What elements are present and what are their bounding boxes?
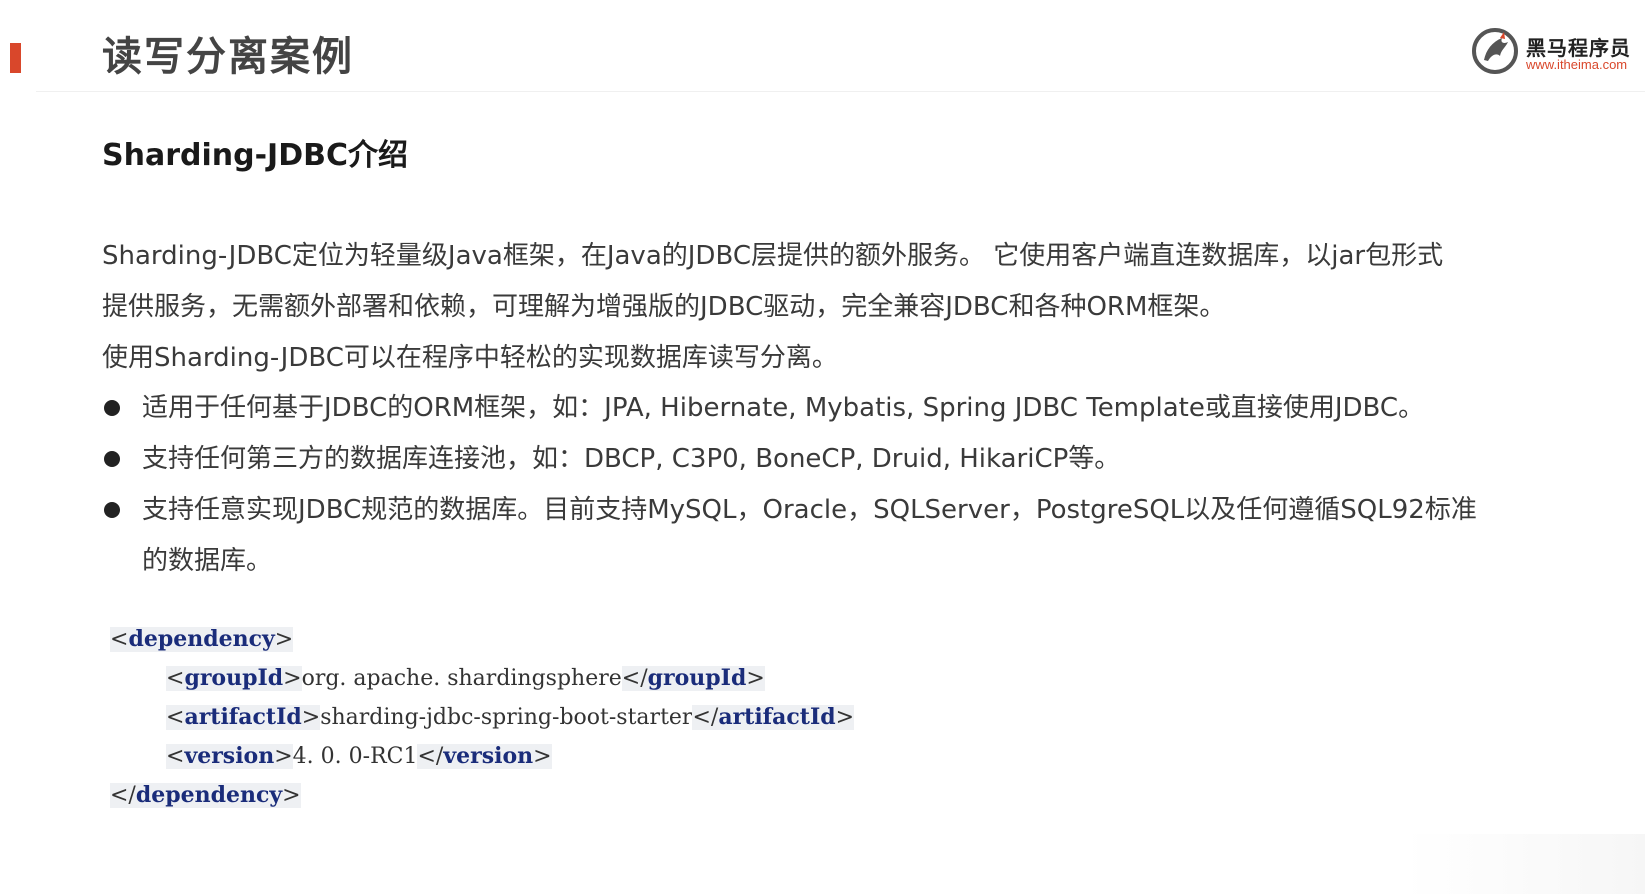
horse-logo-icon: [1472, 28, 1518, 74]
code-tag: <dependency>: [110, 626, 294, 652]
list-item-text-line-2: 的数据库。: [142, 546, 273, 576]
list-item-text-line-1: 支持任意实现JDBC规范的数据库。目前支持MySQL，Oracle，SQLSer…: [142, 495, 1477, 525]
intro-paragraph-line-1: Sharding-JDBC定位为轻量级Java框架，在Java的JDBC层提供的…: [102, 241, 1444, 271]
section-title: Sharding-JDBC介绍: [102, 138, 408, 173]
code-line-dependency-open: <dependency>: [110, 620, 854, 659]
usage-paragraph: 使用Sharding-JDBC可以在程序中轻松的实现数据库读写分离。: [102, 343, 838, 373]
code-line-version: <version>4. 0. 0-RC1</version>: [110, 737, 854, 776]
slide-title: 读写分离案例: [102, 34, 354, 80]
intro-paragraph: Sharding-JDBC定位为轻量级Java框架，在Java的JDBC层提供的…: [102, 231, 1562, 333]
code-tag: <artifactId>: [166, 704, 321, 730]
bullet-dot-icon: [104, 400, 120, 416]
list-item: 支持任意实现JDBC规范的数据库。目前支持MySQL，Oracle，SQLSer…: [102, 485, 1562, 587]
groupId-value: org. apache. shardingsphere: [301, 666, 622, 691]
list-item: 支持任何第三方的数据库连接池，如：DBCP, C3P0, BoneCP, Dru…: [102, 434, 1562, 485]
header-divider: [36, 91, 1645, 92]
list-item: 适用于任何基于JDBC的ORM框架，如：JPA, Hibernate, Myba…: [102, 383, 1562, 434]
feature-list: 适用于任何基于JDBC的ORM框架，如：JPA, Hibernate, Myba…: [102, 383, 1562, 587]
corner-video-artifact: [1405, 834, 1645, 894]
maven-dependency-snippet: <dependency> <groupId>org. apache. shard…: [110, 620, 855, 815]
code-tag: </artifactId>: [692, 704, 855, 730]
version-value: 4. 0. 0-RC1: [292, 744, 418, 769]
list-item-text: 支持任何第三方的数据库连接池，如：DBCP, C3P0, BoneCP, Dru…: [142, 444, 1121, 474]
logo-url: www.itheima.com: [1526, 57, 1628, 72]
code-line-groupId: <groupId>org. apache. shardingsphere</gr…: [110, 659, 854, 698]
intro-paragraph-line-2: 提供服务，无需额外部署和依赖，可理解为增强版的JDBC驱动，完全兼容JDBC和各…: [102, 292, 1226, 322]
brand-logo: 黑马程序员 www.itheima.com: [1470, 26, 1645, 78]
code-line-dependency-close: </dependency>: [110, 776, 854, 815]
list-item-text: 适用于任何基于JDBC的ORM框架，如：JPA, Hibernate, Myba…: [142, 393, 1425, 423]
code-tag: <version>: [166, 743, 293, 769]
code-line-artifactId: <artifactId>sharding-jdbc-spring-boot-st…: [110, 698, 855, 737]
code-tag: </groupId>: [621, 665, 765, 691]
title-accent-bar: [10, 43, 21, 73]
code-tag: </dependency>: [110, 782, 301, 808]
code-tag: <groupId>: [166, 665, 302, 691]
bullet-dot-icon: [104, 502, 120, 518]
artifactId-value: sharding-jdbc-spring-boot-starter: [320, 705, 693, 730]
code-tag: </version>: [417, 743, 552, 769]
bullet-dot-icon: [104, 451, 120, 467]
